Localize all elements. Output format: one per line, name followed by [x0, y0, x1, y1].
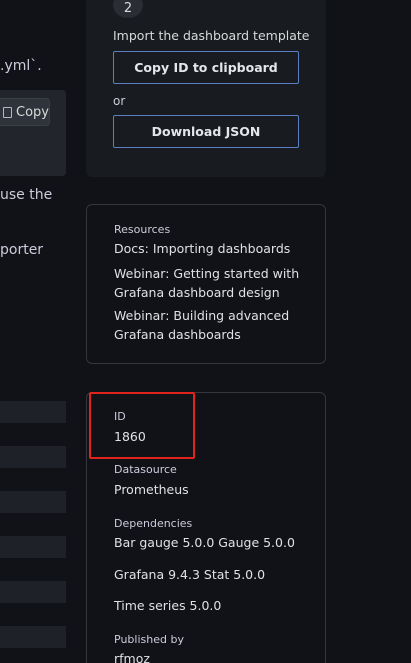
id-highlight-box [89, 392, 195, 459]
copy-button[interactable]: Copy [0, 98, 50, 126]
import-title: Import the dashboard template [113, 28, 310, 43]
left-list-row [0, 446, 66, 468]
dependency-line: Grafana 9.4.3 Stat 5.0.0 [114, 567, 266, 582]
resources-heading: Resources [114, 223, 171, 236]
dependency-line: Bar gauge 5.0.0 Gauge 5.0.0 [114, 535, 295, 550]
copy-icon [3, 106, 12, 118]
left-text-yml: .yml`. [0, 58, 42, 74]
left-list-row [0, 581, 66, 603]
left-list-row [0, 536, 66, 558]
or-separator: or [113, 94, 126, 108]
left-list-row [0, 491, 66, 513]
left-list-row [0, 401, 66, 423]
datasource-value: Prometheus [114, 482, 189, 497]
download-json-button[interactable]: Download JSON [113, 115, 299, 148]
resource-link-webinar-advanced[interactable]: Webinar: Building advanced Grafana dashb… [114, 306, 314, 344]
dependency-line: Time series 5.0.0 [114, 598, 222, 613]
page-root: .yml`. Copy use the porter 2 Import the … [0, 0, 411, 663]
dependencies-label: Dependencies [114, 517, 193, 530]
resource-link-webinar-getting-started[interactable]: Webinar: Getting started with Grafana da… [114, 264, 314, 302]
left-text-porter: porter [0, 242, 44, 258]
copy-button-label: Copy [16, 104, 49, 120]
resource-link-importing-dashboards[interactable]: Docs: Importing dashboards [114, 239, 314, 258]
datasource-label: Datasource [114, 463, 177, 476]
published-by-label: Published by [114, 633, 184, 646]
left-text-use: use the [0, 187, 53, 203]
published-by-value[interactable]: rfmoz [114, 651, 150, 663]
left-list-row [0, 626, 66, 648]
import-card [86, 0, 326, 177]
copy-id-button[interactable]: Copy ID to clipboard [113, 51, 299, 84]
